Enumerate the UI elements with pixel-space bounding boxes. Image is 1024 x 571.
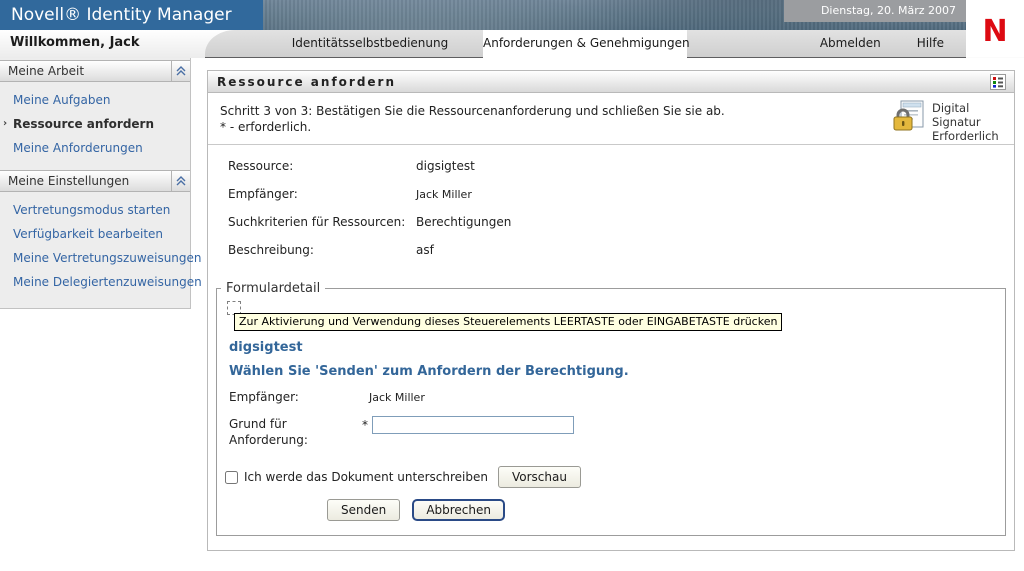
- sidebar: Meine Arbeit Meine Aufgaben › Ressource …: [0, 58, 202, 309]
- sidebar-item-my-delegate-assignments[interactable]: Meine Delegiertenzuweisungen: [0, 270, 202, 294]
- sidebar-item-request-resource[interactable]: › Ressource anfordern: [0, 112, 190, 136]
- focused-control-area: Zur Aktivierung und Verwendung dieses St…: [217, 298, 1005, 338]
- sidebar-section-my-work-header: Meine Arbeit: [0, 60, 190, 82]
- tab-strip: Identitätsselbstbedienung Anforderungen …: [205, 29, 966, 58]
- form-reason-row: Grund für Anforderung:*: [229, 416, 1005, 448]
- portlet-options-button[interactable]: [990, 73, 1006, 90]
- panel-title-bar: Ressource anfordern: [208, 71, 1014, 93]
- summary-row-search-criteria: Suchkriterien für Ressourcen: Berechtigun…: [228, 215, 512, 229]
- top-banner: Novell® Identity Manager Dienstag, 20. M…: [0, 0, 1024, 30]
- digital-signature-indicator: Digital Signatur Erforderlich: [892, 99, 1004, 143]
- sidebar-section-my-settings-header: Meine Einstellungen: [0, 170, 190, 192]
- form-recipient-row: Empfänger: Jack Miller: [229, 390, 425, 404]
- form-instruction: Wählen Sie 'Senden' zum Anfordern der Be…: [229, 364, 629, 379]
- required-asterisk: *: [362, 417, 368, 432]
- digital-signature-lock-icon: [893, 100, 924, 131]
- collapse-section-button[interactable]: [171, 171, 190, 191]
- sidebar-item-my-requests[interactable]: Meine Anforderungen: [0, 136, 190, 160]
- sign-document-label: Ich werde das Dokument unterschreiben: [244, 470, 488, 484]
- active-item-arrow-icon: ›: [3, 118, 8, 129]
- sidebar-section-title: Meine Arbeit: [8, 64, 85, 78]
- sign-document-row: Ich werde das Dokument unterschreiben Vo…: [225, 466, 1005, 488]
- date-display: Dienstag, 20. März 2007: [784, 0, 966, 22]
- sidebar-my-work-items: Meine Aufgaben › Ressource anfordern Mei…: [0, 82, 190, 168]
- chevron-double-up-icon: [176, 176, 186, 186]
- submit-button[interactable]: Senden: [327, 499, 401, 521]
- summary-row-recipient: Empfänger: Jack Miller: [228, 187, 472, 201]
- form-detail-legend: Formulardetail: [226, 281, 321, 296]
- reason-input[interactable]: [372, 416, 574, 434]
- sign-document-checkbox[interactable]: [225, 470, 238, 484]
- sidebar-item-my-proxy-assignments[interactable]: Meine Vertretungszuweisungen: [0, 246, 202, 270]
- preview-button[interactable]: Vorschau: [497, 466, 581, 488]
- sidebar-item-my-tasks[interactable]: Meine Aufgaben: [0, 88, 190, 112]
- summary-row-description: Beschreibung: asf: [228, 243, 434, 257]
- form-detail-fieldset: Formulardetail Zur Aktivierung und Verwe…: [216, 281, 1006, 536]
- sidebar-item-edit-availability[interactable]: Verfügbarkeit bearbeiten: [0, 222, 190, 246]
- logout-link[interactable]: Abmelden: [820, 30, 881, 57]
- sidebar-item-start-proxy-mode[interactable]: Vertretungsmodus starten: [0, 198, 190, 222]
- control-activation-tooltip: Zur Aktivierung und Verwendung dieses St…: [234, 313, 783, 331]
- navigation-row: Willkommen, Jack Identitätsselbstbedienu…: [0, 29, 1024, 58]
- novell-n-icon: N: [982, 13, 1008, 49]
- tab-requests-approvals[interactable]: Anforderungen & Genehmigungen: [483, 29, 690, 58]
- sidebar-section-title: Meine Einstellungen: [8, 174, 130, 188]
- cancel-button[interactable]: Abbrechen: [412, 499, 505, 521]
- sidebar-my-settings-items: Vertretungsmodus starten Verfügbarkeit b…: [0, 192, 202, 302]
- tab-identity-self-service[interactable]: Identitätsselbstbedienung: [275, 30, 465, 57]
- request-resource-panel: Ressource anfordern Schritt 3 von 3: Bes…: [207, 70, 1015, 551]
- digital-signature-label: Digital Signatur Erforderlich: [932, 101, 999, 143]
- chevron-double-up-icon: [176, 66, 186, 76]
- app-title: Novell® Identity Manager: [0, 0, 263, 30]
- step-header: Schritt 3 von 3: Bestätigen Sie die Ress…: [208, 93, 1014, 145]
- help-link[interactable]: Hilfe: [917, 30, 944, 57]
- form-actions: Senden Abbrechen: [327, 499, 1005, 521]
- request-summary: Ressource: digsigtest Empfänger: Jack Mill…: [208, 145, 1014, 275]
- novell-logo: N: [966, 0, 1024, 57]
- required-hint: * - erforderlich.: [220, 120, 312, 134]
- identity-manager-app: Novell® Identity Manager Dienstag, 20. M…: [0, 0, 1024, 571]
- form-resource-name: digsigtest: [229, 340, 303, 355]
- panel-title: Ressource anfordern: [217, 74, 397, 89]
- step-text: Schritt 3 von 3: Bestätigen Sie die Ress…: [220, 104, 725, 118]
- summary-row-resource: Ressource: digsigtest: [228, 159, 475, 173]
- portlet-grid-icon: [990, 73, 1006, 90]
- collapse-section-button[interactable]: [171, 61, 190, 81]
